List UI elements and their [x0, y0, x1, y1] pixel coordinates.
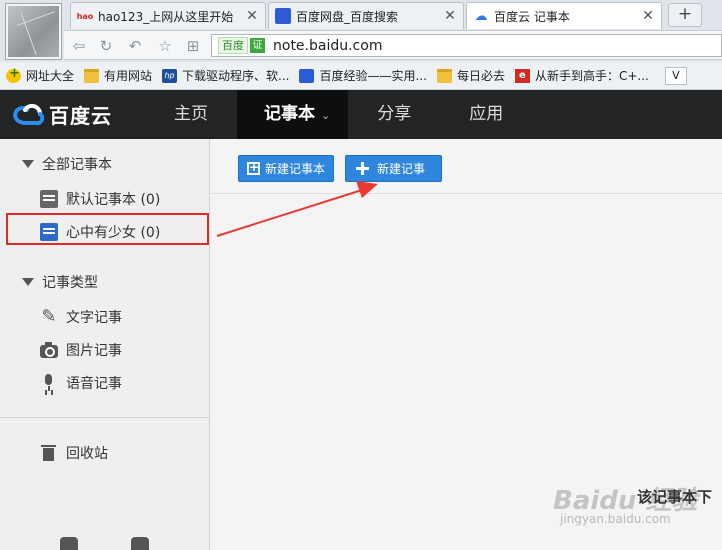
undo-icon[interactable]: ↶ — [126, 37, 144, 55]
close-icon[interactable]: ✕ — [245, 9, 259, 23]
type-label: 图片记事 — [66, 343, 122, 359]
tab-strip: hao hao123_上网从这里开始 ✕ 百度网盘_百度搜索 ✕ ☁ 百度云 记… — [70, 2, 664, 29]
logo-text: 百度云 — [49, 104, 112, 128]
tab-baidu-note[interactable]: ☁ 百度云 记事本 ✕ — [466, 2, 662, 29]
type-image-note[interactable]: 图片记事 — [40, 339, 122, 361]
bookmark-label: 下载驱动程序、软... — [182, 69, 290, 83]
toolbar: 新建记事本 新建记事 — [211, 139, 722, 194]
hp-icon: hp — [162, 68, 178, 83]
button-label: 新建记事本 — [265, 162, 326, 176]
nav-label: 应用 — [469, 104, 504, 124]
note-types-header[interactable]: 记事类型 — [22, 272, 98, 292]
watermark-url: jingyan.baidu.com — [560, 512, 671, 526]
main-menu: 主页 记事本 ⌄ 分享 应用 — [145, 90, 532, 139]
tab-title: 百度云 记事本 — [494, 9, 570, 24]
camera-icon — [40, 341, 58, 358]
app-header: 百度云 主页 记事本 ⌄ 分享 应用 — [0, 90, 722, 139]
tab-title: 百度网盘_百度搜索 — [296, 9, 399, 24]
bookmark-overflow[interactable]: V — [664, 66, 687, 85]
address-bar[interactable]: 百度 证 note.baidu.com — [211, 34, 722, 57]
new-tab-button[interactable]: + — [668, 3, 702, 27]
type-label: 文字记事 — [66, 310, 122, 326]
sidebar: 全部记事本 默认记事本 (0) 心中有少女 (0) 记事类型 ✎ 文字记事 图片… — [0, 139, 210, 550]
apps-grid-icon[interactable]: ⊞ — [184, 37, 202, 55]
nav-label: 记事本 — [264, 104, 315, 124]
new-note-button[interactable]: 新建记事 — [345, 155, 442, 182]
trash-item[interactable]: 回收站 — [40, 442, 108, 464]
nav-apps[interactable]: 应用 — [440, 90, 532, 139]
close-icon[interactable]: ✕ — [443, 9, 457, 23]
android-icon[interactable] — [60, 537, 78, 550]
back-icon[interactable]: ⇦ — [70, 37, 88, 55]
mobile-icon[interactable] — [131, 537, 149, 550]
sidebar-divider — [0, 417, 209, 418]
refresh-icon[interactable]: ↻ — [97, 37, 115, 55]
type-text-note[interactable]: ✎ 文字记事 — [40, 306, 122, 328]
chevron-down-icon[interactable]: ⌄ — [321, 109, 330, 122]
section-label: 记事类型 — [42, 275, 98, 291]
nav-label: 主页 — [174, 104, 208, 124]
notebook-icon — [40, 190, 58, 208]
baidu-cloud-icon: ☁ — [474, 8, 488, 24]
empty-state-text: 该记事本下 — [637, 488, 713, 506]
certificate-icon: 证 — [250, 38, 265, 53]
tab-title: hao123_上网从这里开始 — [98, 9, 234, 24]
notebook-selected[interactable]: 心中有少女 (0) — [40, 221, 160, 243]
navigation-bar: ⇦ ↻ ↶ ☆ ⊞ 百度 证 note.baidu.com — [64, 30, 722, 60]
bookmark-label: 从新手到高手：C+... — [534, 69, 649, 83]
browser-chrome: hao hao123_上网从这里开始 ✕ 百度网盘_百度搜索 ✕ ☁ 百度云 记… — [0, 0, 722, 90]
bookmark-item[interactable]: 有用网站 — [84, 67, 152, 84]
folder-icon — [84, 68, 100, 83]
e-icon: e — [514, 68, 530, 83]
bookmark-label: 每日必去 — [456, 69, 505, 83]
favorite-star-icon[interactable]: ☆ — [156, 37, 174, 55]
all-notebooks-header[interactable]: 全部记事本 — [22, 154, 112, 174]
trash-icon — [40, 444, 58, 462]
bookmark-item[interactable]: 网址大全 — [6, 66, 75, 84]
nav-home[interactable]: 主页 — [145, 90, 237, 139]
site-badge: 百度 — [218, 37, 248, 54]
profile-avatar[interactable] — [6, 4, 61, 59]
baidu-paw-icon — [275, 8, 291, 24]
tab-baidu-search[interactable]: 百度网盘_百度搜索 ✕ — [268, 2, 464, 29]
pencil-icon: ✎ — [41, 306, 57, 327]
notebook-label: 默认记事本 (0) — [66, 192, 161, 208]
bookmark-label: 有用网站 — [104, 69, 153, 83]
folder-icon — [436, 68, 452, 83]
bookmark-label: 网址大全 — [26, 69, 75, 83]
baidu-cloud-logo-icon — [13, 103, 45, 125]
nav-share[interactable]: 分享 — [348, 90, 440, 139]
bottom-icons — [60, 537, 202, 550]
nav-label: 分享 — [377, 104, 412, 124]
url-text[interactable]: note.baidu.com — [273, 38, 382, 54]
nav-notebook[interactable]: 记事本 ⌄ — [237, 90, 349, 139]
collapse-triangle-icon[interactable] — [22, 160, 34, 168]
bookmark-item[interactable]: e 从新手到高手：C+... — [514, 67, 649, 84]
bookmark-item[interactable]: 每日必去 — [436, 67, 505, 84]
type-voice-note[interactable]: 语音记事 — [40, 372, 122, 394]
button-label: 新建记事 — [377, 162, 426, 176]
trash-label: 回收站 — [66, 446, 108, 462]
hao123-icon: hao — [76, 11, 94, 21]
type-label: 语音记事 — [66, 376, 122, 392]
bookmark-item[interactable]: hp 下载驱动程序、软... — [162, 67, 289, 84]
close-icon[interactable]: ✕ — [641, 9, 655, 23]
notebook-default[interactable]: 默认记事本 (0) — [40, 188, 160, 210]
tab-hao123[interactable]: hao hao123_上网从这里开始 ✕ — [70, 2, 266, 29]
notebook-icon — [40, 223, 58, 241]
site-nav-icon — [6, 66, 21, 83]
bookmark-item[interactable]: 百度经验——实用... — [299, 67, 427, 84]
bookmarks-bar: 网址大全 有用网站 hp 下载驱动程序、软... 百度经验——实用... 每日必… — [0, 62, 722, 90]
plus-icon — [356, 162, 369, 175]
baidu-paw-icon — [299, 68, 315, 83]
collapse-triangle-icon[interactable] — [22, 278, 34, 286]
notebook-label: 心中有少女 (0) — [66, 225, 161, 241]
new-notebook-icon — [247, 160, 260, 175]
microphone-icon — [40, 374, 58, 392]
new-notebook-button[interactable]: 新建记事本 — [238, 155, 335, 182]
section-label: 全部记事本 — [42, 157, 112, 173]
bookmark-label: 百度经验——实用... — [319, 69, 427, 83]
baidu-cloud-logo[interactable]: 百度云 — [12, 100, 112, 129]
